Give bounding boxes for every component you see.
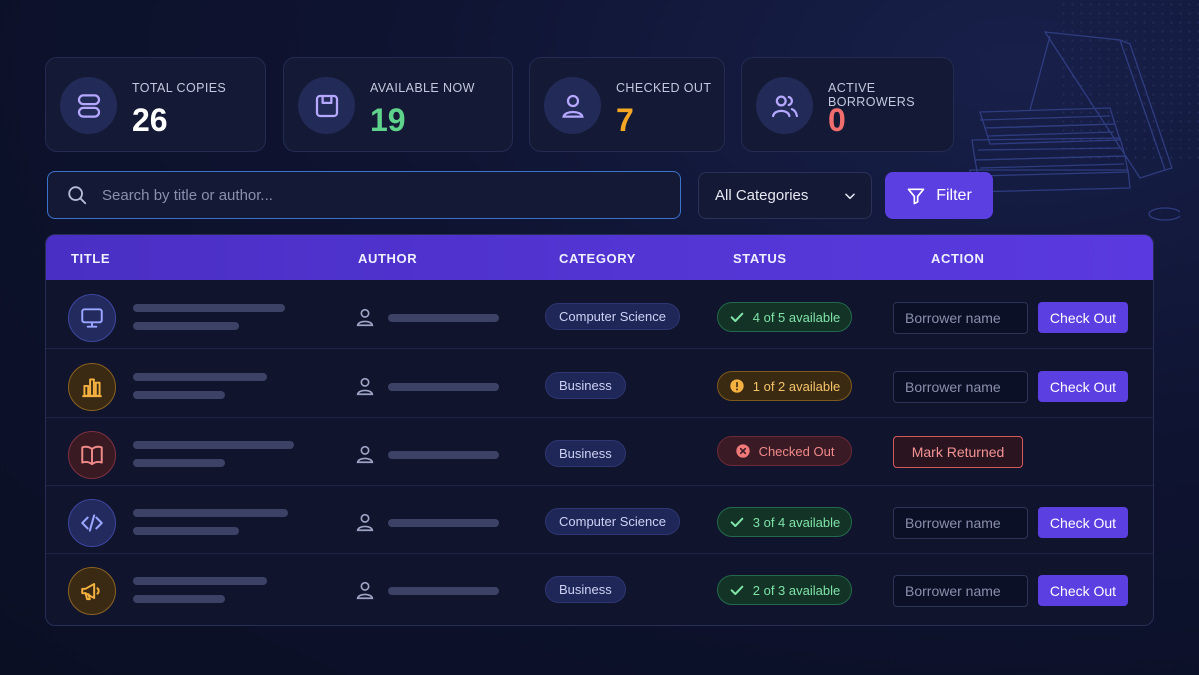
author-placeholder [388, 519, 499, 527]
filter-button[interactable]: Filter [885, 172, 993, 219]
stat-label: TOTAL COPIES [132, 81, 227, 95]
stat-value: 7 [616, 102, 634, 138]
borrower-name-input[interactable] [893, 371, 1028, 403]
category-badge: Business [545, 372, 626, 399]
save-box-icon [298, 77, 355, 134]
author-icon [356, 308, 374, 327]
status-text: 2 of 3 available [752, 582, 841, 598]
title-placeholder [133, 441, 294, 449]
category-select-value: All Categories [715, 187, 809, 204]
database-icon [60, 77, 117, 134]
column-header-action: ACTION [931, 251, 985, 266]
check-out-button[interactable]: Check Out [1038, 507, 1128, 538]
author-icon [356, 513, 374, 532]
stat-value: 0 [828, 102, 846, 138]
table-row: Business 1 of 2 available Check Out [46, 350, 1153, 418]
status-badge: 1 of 2 available [717, 371, 852, 401]
mark-returned-button[interactable]: Mark Returned [893, 436, 1023, 468]
author-placeholder [388, 587, 499, 595]
status-text: 3 of 4 available [752, 514, 841, 530]
category-badge: Business [545, 440, 626, 467]
borrower-name-input[interactable] [893, 575, 1028, 607]
user-icon [544, 77, 601, 134]
check-icon [730, 517, 744, 527]
table-row: Computer Science 3 of 4 available Check … [46, 486, 1153, 554]
books-illustration-icon [969, 31, 1180, 221]
users-icon [756, 77, 813, 134]
status-badge: 2 of 3 available [717, 575, 852, 605]
category-badge: Business [545, 576, 626, 603]
bar-chart-icon [68, 363, 116, 411]
open-book-icon [68, 431, 116, 479]
stat-label: AVAILABLE NOW [370, 81, 475, 95]
stat-card-checked-out: CHECKED OUT 7 [529, 57, 725, 152]
status-badge: 3 of 4 available [717, 507, 852, 537]
check-out-button[interactable]: Check Out [1038, 302, 1128, 333]
warning-icon [730, 379, 744, 393]
stat-card-total-copies: TOTAL COPIES 26 [45, 57, 266, 152]
status-text: 4 of 5 available [752, 309, 841, 325]
code-icon [68, 499, 116, 547]
table-row: Business 2 of 3 available Check Out [46, 554, 1153, 622]
subtitle-placeholder [133, 459, 225, 467]
title-placeholder [133, 373, 267, 381]
status-badge: Checked Out [717, 436, 852, 466]
stat-value: 19 [370, 102, 406, 138]
check-out-button[interactable]: Check Out [1038, 371, 1128, 402]
title-placeholder [133, 577, 267, 585]
subtitle-placeholder [133, 391, 225, 399]
column-header-author: AUTHOR [358, 251, 418, 266]
check-icon [730, 585, 744, 595]
subtitle-placeholder [133, 322, 239, 330]
table-row: Business Checked Out Mark Returned [46, 418, 1153, 486]
author-placeholder [388, 314, 499, 322]
category-select[interactable]: All Categories [698, 172, 872, 219]
title-placeholder [133, 509, 288, 517]
column-header-status: STATUS [733, 251, 787, 266]
author-placeholder [388, 451, 499, 459]
author-icon [356, 377, 374, 396]
category-badge: Computer Science [545, 508, 680, 535]
search-icon [68, 186, 87, 205]
subtitle-placeholder [133, 595, 225, 603]
check-icon [730, 312, 744, 322]
books-table: TITLE AUTHOR CATEGORY STATUS ACTION Comp… [45, 234, 1154, 626]
x-circle-icon [735, 444, 750, 458]
borrower-name-input[interactable] [893, 507, 1028, 539]
author-icon [356, 581, 374, 600]
borrower-name-input[interactable] [893, 302, 1028, 334]
status-text: Checked Out [758, 443, 835, 459]
category-badge: Computer Science [545, 303, 680, 330]
author-placeholder [388, 383, 499, 391]
library-dashboard: TOTAL COPIES 26 AVAILABLE NOW 19 CHECKED… [0, 0, 1199, 675]
chevron-down-icon [845, 192, 855, 199]
stat-card-available-now: AVAILABLE NOW 19 [283, 57, 513, 152]
table-header: TITLE AUTHOR CATEGORY STATUS ACTION [46, 235, 1153, 280]
title-placeholder [133, 304, 285, 312]
column-header-category: CATEGORY [559, 251, 637, 266]
filter-button-label: Filter [936, 186, 972, 204]
column-header-title: TITLE [71, 251, 111, 266]
stat-label: CHECKED OUT [616, 81, 712, 95]
stat-card-active-borrowers: ACTIVE BORROWERS 0 [741, 57, 954, 152]
status-text: 1 of 2 available [752, 378, 841, 394]
status-badge: 4 of 5 available [717, 302, 852, 332]
table-row: Computer Science 4 of 5 available Check … [46, 281, 1153, 349]
stat-label: ACTIVE BORROWERS [828, 81, 915, 109]
search-box[interactable] [47, 171, 681, 219]
filter-icon [907, 188, 925, 204]
search-input[interactable] [102, 186, 622, 204]
author-icon [356, 445, 374, 464]
stat-value: 26 [132, 102, 168, 138]
subtitle-placeholder [133, 527, 239, 535]
megaphone-icon [68, 567, 116, 615]
monitor-icon [68, 294, 116, 342]
check-out-button[interactable]: Check Out [1038, 575, 1128, 606]
